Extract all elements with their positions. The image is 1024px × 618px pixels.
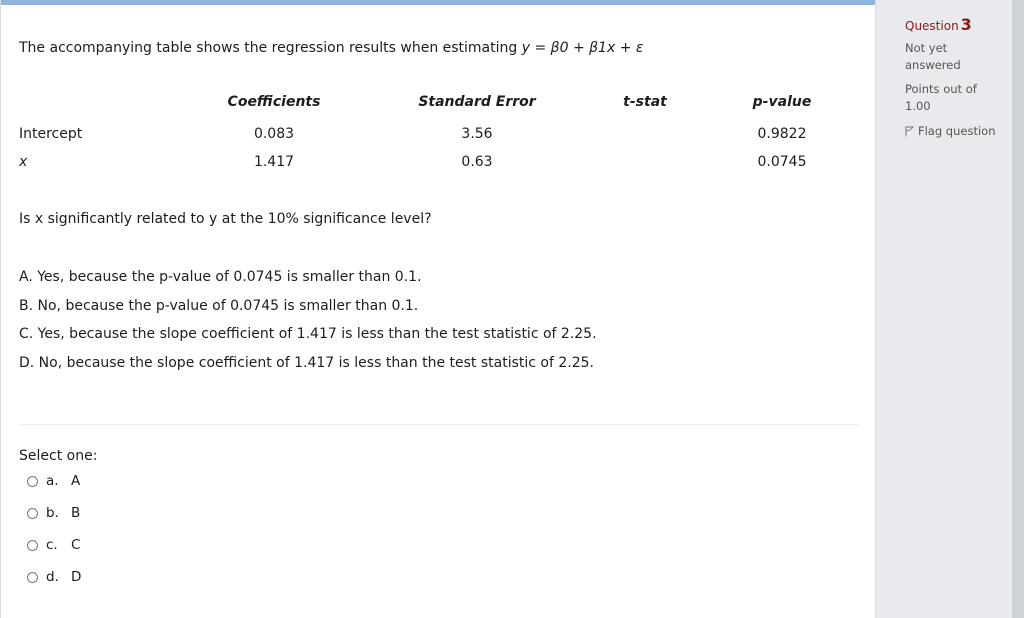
cell-coefficient: 1.417	[253, 154, 295, 170]
points-line-1: Points out of	[905, 82, 977, 96]
question-status: Not yet answered	[905, 40, 961, 74]
header-t-stat: t-stat	[623, 94, 667, 110]
choice-text-a: A. Yes, because the p-value of 0.0745 is…	[19, 269, 422, 285]
regression-equation: y = β0 + β1x + ε	[521, 40, 644, 56]
scrollbar-track[interactable]	[1012, 0, 1024, 618]
radio-button-d[interactable]	[27, 572, 38, 583]
points-line-2: 1.00	[905, 99, 931, 113]
choice-text-d: D. No, because the slope coefficient of …	[19, 355, 594, 372]
question-points: Points out of 1.00	[905, 81, 977, 115]
cell-std-error: 3.56	[461, 126, 493, 142]
choice-text-b: B. No, because the p-value of 0.0745 is …	[19, 297, 419, 314]
question-prompt: Is x significantly related to y at the 1…	[19, 211, 432, 227]
option-letter: c.	[46, 537, 58, 553]
radio-button-c[interactable]	[27, 540, 38, 551]
choice-list: A. Yes, because the p-value of 0.0745 is…	[19, 268, 597, 383]
header-coefficients: Coefficients	[227, 94, 321, 110]
status-line-2: answered	[905, 58, 961, 72]
flag-question-button[interactable]: Flag question	[905, 124, 996, 138]
question-info-sidebar: Question 3 Not yet answered Points out of…	[875, 0, 1012, 618]
flag-icon	[905, 126, 914, 136]
radio-button-b[interactable]	[27, 508, 38, 519]
intro-text: The accompanying table shows the regress…	[19, 40, 522, 56]
cell-coefficient: 0.083	[253, 126, 295, 142]
cell-p-value: 0.9822	[757, 126, 807, 142]
answer-option-d[interactable]: d. D	[27, 569, 81, 601]
cell-p-value: 0.0745	[757, 154, 807, 170]
flag-question-label[interactable]: Flag question	[918, 124, 996, 138]
question-number-label: Question 3	[905, 15, 972, 34]
top-accent-bar	[1, 0, 876, 5]
option-label[interactable]: D	[71, 569, 81, 585]
question-intro: The accompanying table shows the regress…	[19, 40, 643, 56]
select-one-label: Select one:	[19, 448, 98, 464]
radio-button-a[interactable]	[27, 476, 38, 487]
answer-option-c[interactable]: c. C	[27, 537, 81, 569]
header-p-value: p-value	[752, 94, 812, 110]
option-letter: d.	[46, 569, 59, 585]
status-line-1: Not yet	[905, 41, 948, 55]
answer-option-b[interactable]: b. B	[27, 505, 81, 537]
divider	[19, 424, 859, 425]
row-label-x: x	[19, 154, 28, 170]
question-panel: The accompanying table shows the regress…	[0, 0, 876, 618]
question-number: 3	[960, 15, 972, 34]
option-letter: b.	[46, 505, 59, 521]
row-label-intercept: Intercept	[19, 126, 83, 142]
option-letter: a.	[46, 473, 59, 489]
answer-options: a. A b. B c. C d. D	[27, 473, 81, 601]
cell-std-error: 0.63	[461, 154, 493, 170]
header-standard-error: Standard Error	[418, 94, 536, 110]
option-label[interactable]: C	[71, 537, 80, 553]
option-label[interactable]: A	[71, 473, 80, 489]
answer-option-a[interactable]: a. A	[27, 473, 81, 505]
choice-text-c: C. Yes, because the slope coefficient of…	[19, 326, 597, 343]
option-label[interactable]: B	[71, 505, 80, 521]
question-word: Question	[905, 19, 959, 33]
